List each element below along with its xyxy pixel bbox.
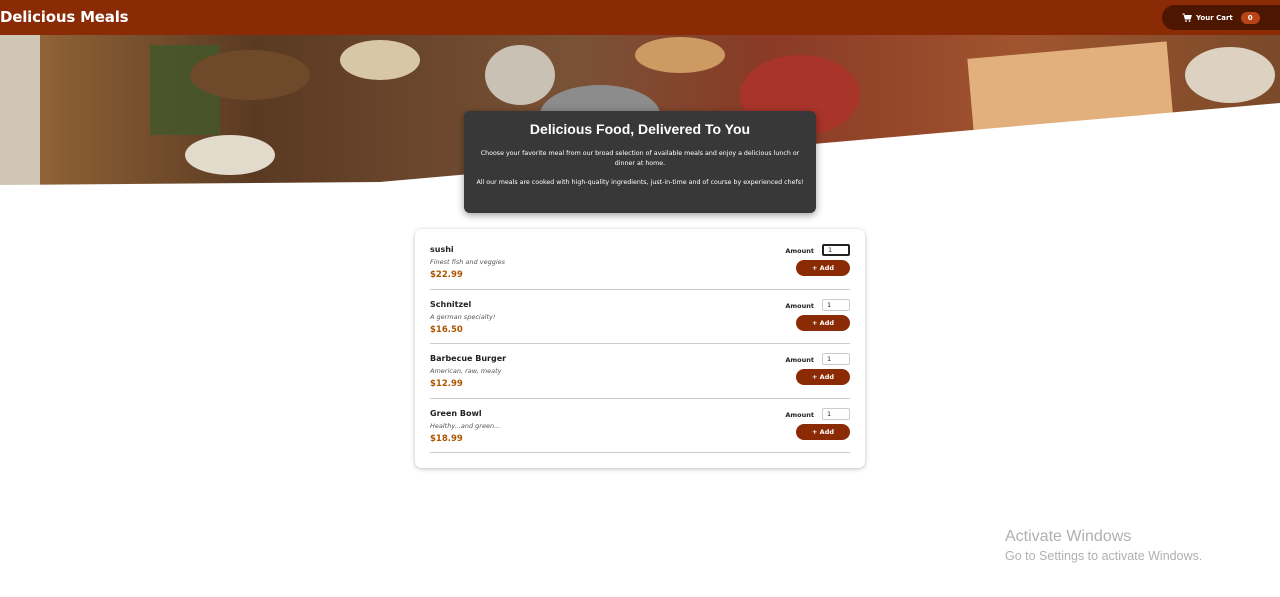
amount-input[interactable] <box>822 407 850 420</box>
amount-label: Amount <box>785 410 814 419</box>
brand-title: Delicious Meals <box>0 8 129 26</box>
watermark-title: Activate Windows <box>1005 528 1132 545</box>
meal-item: Schnitzel A german specialty! $16.50 Amo… <box>430 290 850 344</box>
meal-description: Finest fish and veggies <box>430 258 506 266</box>
amount-label: Amount <box>785 356 814 364</box>
add-button[interactable]: + Add <box>796 260 850 276</box>
meal-item: Green Bowl Healthy...and green... $18.99… <box>430 399 850 453</box>
meal-description: Healthy...and green... <box>430 421 501 430</box>
amount-input[interactable] <box>822 353 850 365</box>
add-button[interactable]: + Add <box>796 314 850 331</box>
amount-input[interactable] <box>822 244 850 256</box>
summary-card: Delicious Food, Delivered To You Choose … <box>464 111 816 213</box>
meal-item: sushi Finest fish and veggies $22.99 Amo… <box>430 235 850 290</box>
meal-description: A german specialty! <box>430 312 496 321</box>
amount-label: Amount <box>785 301 814 310</box>
cart-label: Your Cart <box>1196 13 1233 22</box>
meals-list: sushi Finest fish and veggies $22.99 Amo… <box>415 229 865 468</box>
summary-text-1: Choose your favorite meal from our broad… <box>480 150 800 167</box>
meal-name: Schnitzel <box>430 299 472 309</box>
summary-title: Delicious Food, Delivered To You <box>529 121 751 137</box>
top-header: Delicious Meals Your Cart 0 <box>0 0 1280 35</box>
meal-name: sushi <box>430 245 454 254</box>
amount-input[interactable] <box>822 298 850 311</box>
cart-button[interactable]: Your Cart 0 <box>1162 5 1280 30</box>
meal-price: $18.99 <box>430 433 463 444</box>
meal-item: Barbecue Burger American, raw, meaty $12… <box>430 344 850 399</box>
meal-price: $12.99 <box>430 379 463 389</box>
cart-count-badge: 0 <box>1240 11 1260 24</box>
windows-activation-watermark: Activate Windows Go to Settings to activ… <box>1005 528 1202 563</box>
meal-description: American, raw, meaty <box>430 367 502 375</box>
amount-label: Amount <box>785 247 814 255</box>
meal-price: $22.99 <box>430 270 463 280</box>
watermark-subtitle: Go to Settings to activate Windows. <box>1005 549 1203 563</box>
add-button[interactable]: + Add <box>796 423 850 440</box>
meal-price: $16.50 <box>430 324 463 335</box>
add-button[interactable]: + Add <box>796 369 850 385</box>
summary-text-2: All our meals are cooked with high-quali… <box>476 179 804 186</box>
meal-name: Green Bowl <box>430 408 482 418</box>
cart-icon <box>1182 13 1192 22</box>
meal-name: Barbecue Burger <box>430 354 507 363</box>
